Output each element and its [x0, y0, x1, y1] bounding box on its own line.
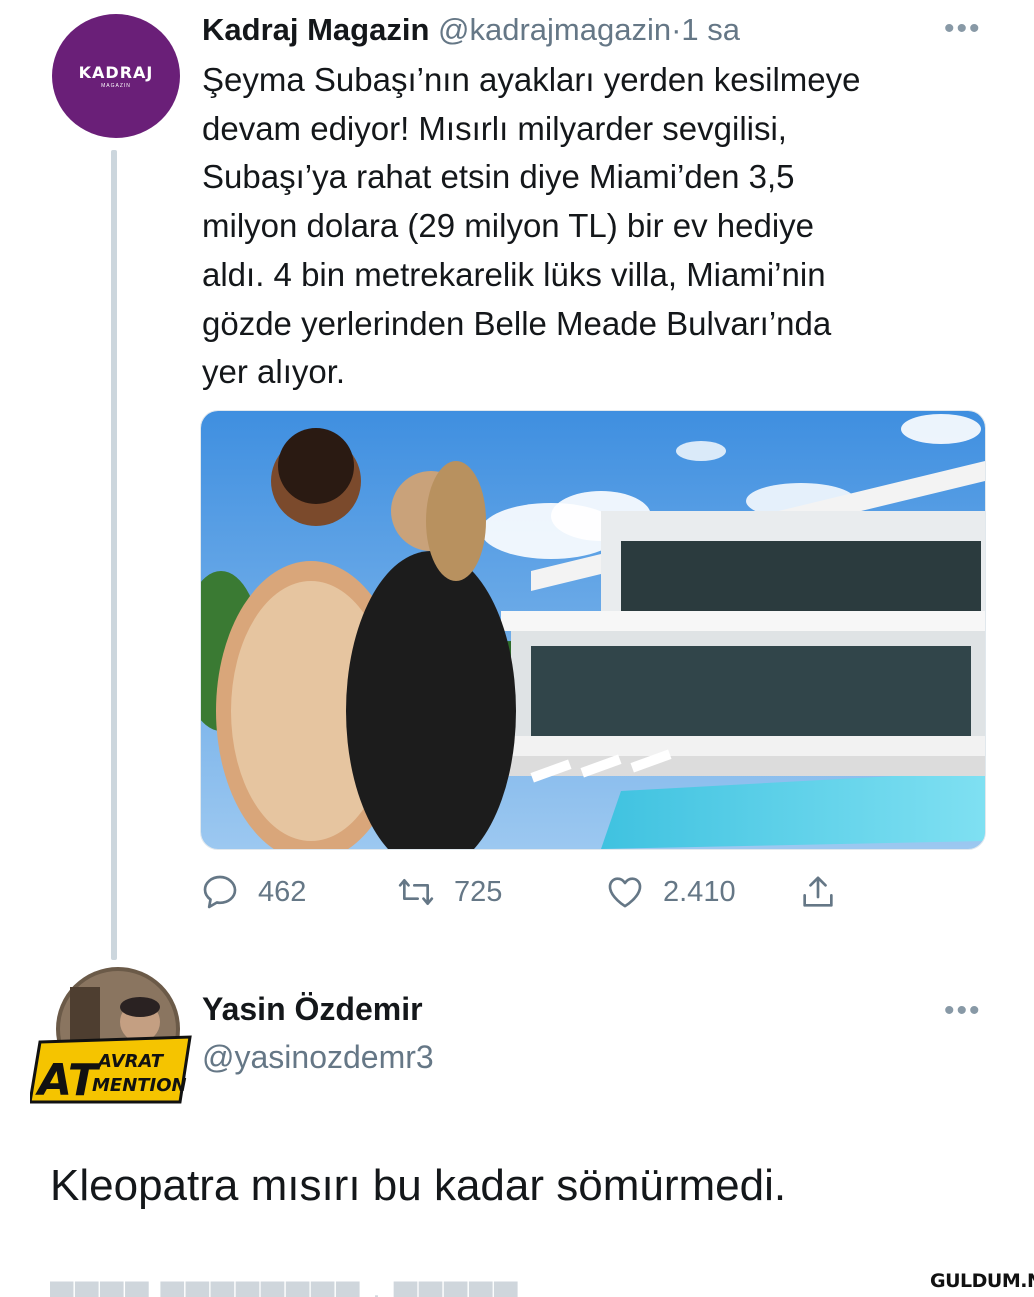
kadraj-magazin-avatar[interactable]: KADRAJ MAGAZIN [52, 14, 180, 138]
avatar-logo-subtext: MAGAZIN [101, 83, 131, 89]
thread-connector-line [111, 150, 117, 960]
heart-icon [608, 877, 642, 908]
share-button[interactable] [798, 868, 838, 916]
photo-couple-villa [201, 411, 985, 849]
retweet-icon [398, 879, 434, 905]
tweet-footer-cutoff: ▇▇▇▇ ▇▇▇▇▇▇▇▇ · ▇▇▇▇▇ ▇▇▇▇▇▇ [50, 1281, 650, 1297]
badge-avrat-text: AVRAT [96, 1051, 165, 1072]
more-horizontal-icon[interactable]: ••• [944, 996, 982, 1026]
like-button[interactable]: 2.410 [605, 868, 736, 916]
avatar-logo-text: KADRAJ [78, 63, 154, 82]
retweet-button[interactable]: 725 [396, 868, 502, 916]
author-handle[interactable]: @yasinozdemr3 [202, 1036, 434, 1078]
reply-button[interactable]: 462 [200, 868, 306, 916]
site-watermark: GULDUM.NET [930, 1270, 1034, 1292]
more-horizontal-icon[interactable]: ••• [944, 14, 982, 44]
author-name[interactable]: Yasin Özdemir [202, 988, 423, 1030]
reply-count: 462 [258, 875, 307, 908]
tweet-text: Kleopatra mısırı bu kadar sömürmedi. [50, 1161, 787, 1210]
reply-bubble-icon [203, 875, 237, 909]
tweet1-header: Kadraj Magazin @kadrajmagazin·1 sa [202, 10, 740, 50]
like-count: 2.410 [663, 875, 736, 908]
retweet-count: 725 [454, 875, 503, 908]
yasin-ozdemir-avatar[interactable]: AT AVRAT MENTION [28, 967, 200, 1107]
tweet-timestamp[interactable]: 1 sa [681, 12, 740, 47]
author-handle[interactable]: @kadrajmagazin [438, 12, 671, 47]
badge-at-text: AT [35, 1055, 101, 1106]
share-icon [803, 876, 833, 907]
badge-mention-text: MENTION [92, 1075, 187, 1096]
tweet-text: Şeyma Subaşı’nın ayakları yerden kesilme… [202, 61, 861, 391]
author-name[interactable]: Kadraj Magazin [202, 12, 429, 47]
header-separator: · [671, 12, 682, 47]
tweet-media-photo[interactable] [200, 410, 986, 850]
